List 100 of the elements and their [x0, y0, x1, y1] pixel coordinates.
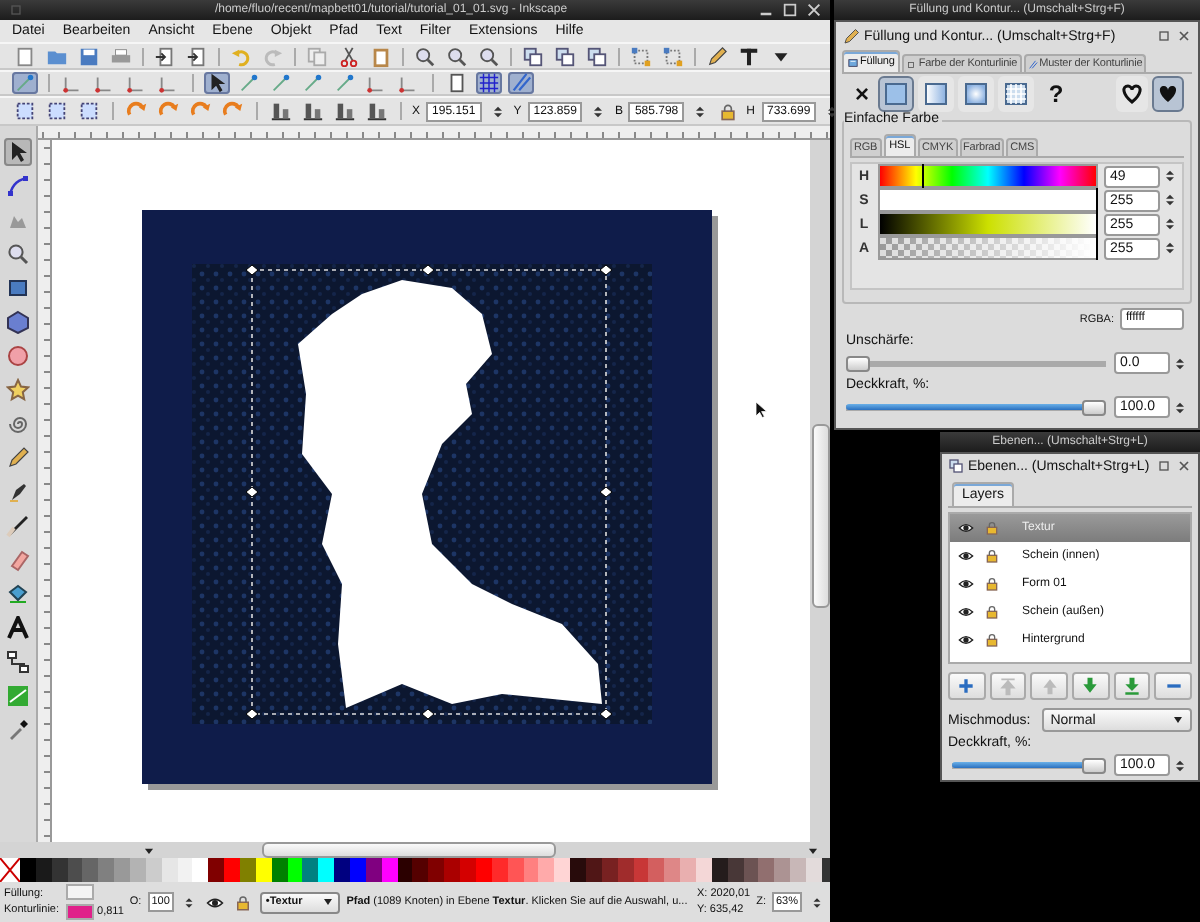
layer-button[interactable]: [1113, 672, 1151, 700]
squares-icon[interactable]: [520, 45, 546, 67]
magnifier-icon[interactable]: [476, 45, 502, 67]
connector-icon[interactable]: [4, 648, 32, 676]
spinner-icon[interactable]: [1162, 192, 1178, 208]
spinner-icon[interactable]: [1162, 168, 1178, 184]
close-icon[interactable]: [1176, 28, 1192, 44]
slider-marker[interactable]: [1096, 212, 1098, 236]
printer-icon[interactable]: [108, 45, 134, 67]
color-swatch[interactable]: [130, 858, 146, 882]
nonzero-icon[interactable]: [1152, 76, 1184, 112]
squares-icon[interactable]: [552, 45, 578, 67]
lock-icon[interactable]: [716, 101, 741, 121]
grid-icon[interactable]: [476, 72, 502, 94]
color-swatch[interactable]: [350, 858, 366, 882]
color-swatch[interactable]: [774, 858, 791, 882]
eye-icon[interactable]: [958, 520, 974, 536]
layer-button[interactable]: [1030, 672, 1069, 700]
horizontal-scrollbar[interactable]: [0, 842, 830, 858]
align-bars-icon[interactable]: [300, 100, 326, 122]
letter-t-icon[interactable]: [736, 45, 762, 67]
slider-marker[interactable]: [1096, 188, 1098, 212]
selection-box[interactable]: [251, 269, 607, 715]
no-paint-swatch[interactable]: [0, 858, 20, 882]
layer-button[interactable]: [1072, 672, 1110, 700]
selection-handle[interactable]: [421, 264, 435, 276]
lock-icon[interactable]: [984, 632, 1000, 648]
slider-thumb[interactable]: [1082, 399, 1106, 415]
lightness-slider[interactable]: [878, 212, 1098, 236]
color-swatch[interactable]: [318, 858, 335, 882]
color-swatch[interactable]: [444, 858, 461, 882]
color-swatch[interactable]: [98, 858, 115, 882]
selection-handle[interactable]: [245, 264, 259, 276]
selection-handle[interactable]: [599, 708, 613, 720]
color-swatch[interactable]: [20, 858, 36, 882]
float-icon[interactable]: [1156, 458, 1172, 474]
lock-icon[interactable]: [231, 893, 254, 911]
color-swatch[interactable]: [208, 858, 225, 882]
slider-marker[interactable]: [1096, 236, 1098, 260]
spinner-icon[interactable]: [1172, 399, 1188, 415]
flat-color-icon[interactable]: [878, 76, 914, 112]
page-icon[interactable]: [12, 45, 38, 67]
fill-swatch[interactable]: [65, 884, 94, 900]
saturation-slider[interactable]: [878, 188, 1098, 212]
slider-thumb[interactable]: [846, 355, 870, 371]
lock-icon[interactable]: [984, 576, 1000, 592]
pen-icon[interactable]: [4, 478, 32, 506]
selection-handle[interactable]: [245, 486, 259, 498]
rectangle-icon[interactable]: [4, 274, 32, 302]
slider-marker[interactable]: [921, 164, 924, 188]
no-paint-button[interactable]: ×: [850, 80, 874, 108]
pencil-icon[interactable]: [4, 444, 32, 472]
text-tool-icon[interactable]: [4, 614, 32, 642]
spinner-icon[interactable]: [1172, 355, 1188, 371]
lock-icon[interactable]: [984, 548, 1000, 564]
color-swatch[interactable]: [680, 858, 696, 882]
spinner-icon[interactable]: [808, 895, 826, 909]
scissors-icon[interactable]: [336, 45, 362, 67]
color-swatch[interactable]: [224, 858, 241, 882]
layer-button[interactable]: [989, 672, 1027, 700]
eye-icon[interactable]: [203, 893, 226, 911]
color-swatch[interactable]: [428, 858, 445, 882]
selection-handle[interactable]: [599, 486, 613, 498]
snap-icon[interactable]: [268, 72, 294, 94]
close-icon[interactable]: [1176, 458, 1192, 474]
maximize-icon[interactable]: [780, 2, 800, 18]
selection-handle[interactable]: [599, 264, 613, 276]
alpha-slider[interactable]: [878, 236, 1098, 260]
bezier-node-icon[interactable]: [4, 172, 32, 200]
squares-icon[interactable]: [584, 45, 610, 67]
stroke-swatch[interactable]: [65, 904, 94, 920]
snap-icon[interactable]: [332, 72, 358, 94]
spinner-icon[interactable]: [1162, 216, 1178, 232]
clipboard-icon[interactable]: [368, 45, 394, 67]
hue-slider[interactable]: [878, 164, 1098, 188]
color-swatch[interactable]: [334, 858, 351, 882]
spinner-icon[interactable]: [1172, 757, 1188, 773]
color-swatch[interactable]: [554, 858, 571, 882]
even-odd-icon[interactable]: [1116, 76, 1148, 112]
pointer-icon[interactable]: [4, 138, 32, 166]
eye-icon[interactable]: [958, 632, 974, 648]
scrollbar-thumb[interactable]: [262, 842, 556, 858]
float-icon[interactable]: [1156, 28, 1172, 44]
lock-icon[interactable]: [984, 520, 1000, 536]
lock-icon[interactable]: [984, 604, 1000, 620]
page-arrow-icon[interactable]: [152, 45, 178, 67]
color-swatch[interactable]: [460, 858, 476, 882]
select-box-icon[interactable]: [44, 100, 70, 122]
align-bars-icon[interactable]: [364, 100, 390, 122]
layer-button[interactable]: [948, 672, 986, 700]
align-bars-icon[interactable]: [332, 100, 358, 122]
color-swatch[interactable]: [302, 858, 319, 882]
color-swatch[interactable]: [790, 858, 806, 882]
magnifier-icon[interactable]: [444, 45, 470, 67]
color-swatch[interactable]: [82, 858, 99, 882]
color-swatch[interactable]: [758, 858, 775, 882]
select-box-icon[interactable]: [76, 100, 102, 122]
snap-icon[interactable]: [300, 72, 326, 94]
zoom-icon[interactable]: [4, 240, 32, 268]
align-bars-icon[interactable]: [268, 100, 294, 122]
